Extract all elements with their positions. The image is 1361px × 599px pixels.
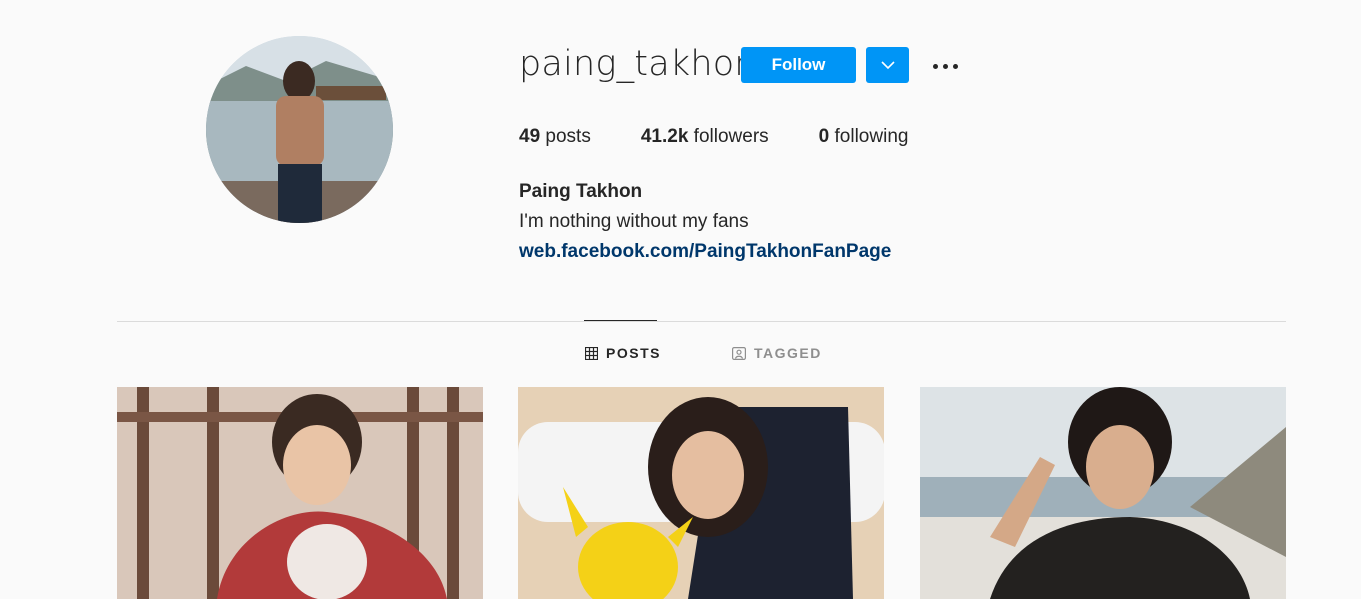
tab-posts[interactable]: POSTS <box>585 345 661 361</box>
grid-icon <box>585 346 598 360</box>
dot-icon <box>952 63 958 69</box>
tabs-divider <box>117 321 1286 322</box>
suggestions-dropdown-button[interactable] <box>866 47 909 83</box>
tab-tagged[interactable]: TAGGED <box>732 345 822 361</box>
profile-username: paing_takhon <box>519 44 757 84</box>
tagged-icon <box>732 346 746 360</box>
chevron-down-icon <box>880 60 895 69</box>
dot-icon <box>942 63 948 69</box>
tab-posts-label: POSTS <box>606 345 661 361</box>
following-count: 0 <box>818 126 830 147</box>
profile-stats: 49 posts 41.2k followers 0 following <box>519 126 958 148</box>
post-thumbnail[interactable] <box>920 387 1286 599</box>
posts-count: 49 <box>519 126 541 147</box>
following-stat[interactable]: 0 following <box>819 126 909 148</box>
dot-icon <box>932 63 938 69</box>
more-options-button[interactable] <box>928 54 962 78</box>
tab-tagged-label: TAGGED <box>754 345 822 361</box>
following-label: following <box>834 126 909 147</box>
profile-page: paing_takhon Follow 49 posts 41.2k follo… <box>0 0 1361 599</box>
followers-label: followers <box>693 126 769 147</box>
profile-bio: I'm nothing without my fans <box>519 211 749 232</box>
followers-stat[interactable]: 41.2k followers <box>641 126 769 148</box>
followers-count: 41.2k <box>640 126 689 147</box>
post-thumbnail[interactable] <box>117 387 483 599</box>
profile-external-link[interactable]: web.facebook.com/PaingTakhonFanPage <box>519 241 891 263</box>
posts-stat: 49 posts <box>519 126 591 148</box>
profile-full-name: Paing Takhon <box>519 181 643 202</box>
follow-button[interactable]: Follow <box>741 47 856 83</box>
profile-avatar[interactable] <box>206 36 393 223</box>
post-thumbnail[interactable] <box>518 387 884 599</box>
active-tab-indicator <box>584 320 657 321</box>
posts-label: posts <box>545 126 591 147</box>
